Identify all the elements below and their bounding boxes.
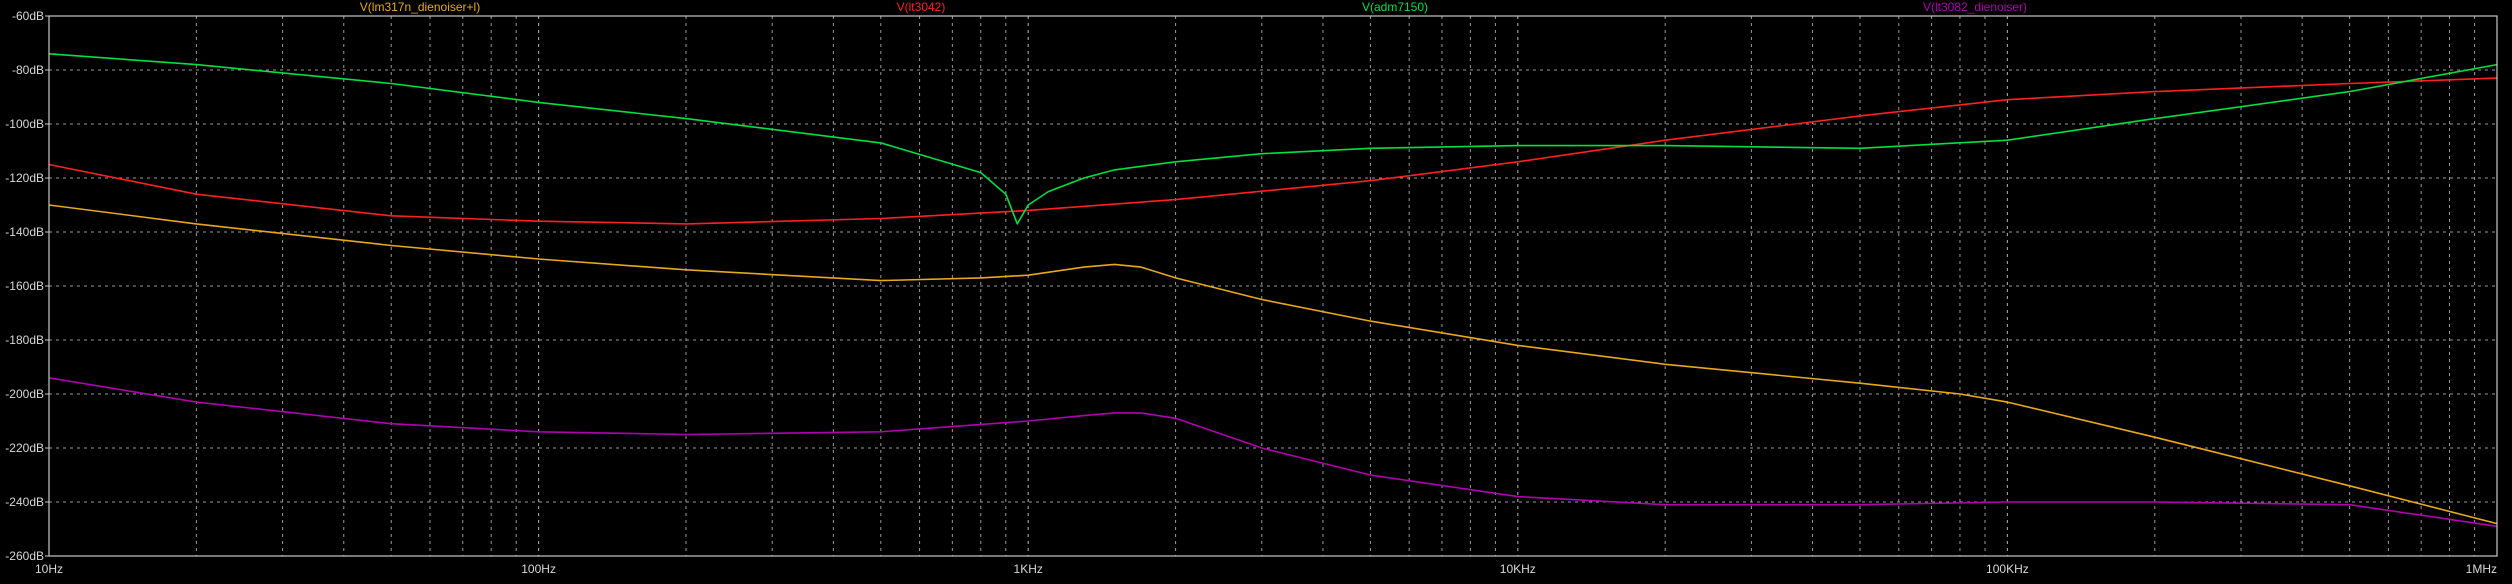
- x-tick-label: 100KHz: [1986, 562, 2029, 576]
- y-tick-label: -160dB: [5, 279, 44, 293]
- legend-label-3[interactable]: V(adm7150): [1362, 0, 1428, 14]
- x-tick-label: 10KHz: [1500, 562, 1536, 576]
- chart-svg: -60dB -80dB -100dB -120dB -140dB -160dB -180dB…: [0, 0, 2512, 579]
- y-tick-label: -140dB: [5, 225, 44, 239]
- x-tick-label: 1KHz: [1014, 562, 1043, 576]
- x-tick-label: 1MHz: [2466, 562, 2497, 576]
- y-tick-label: -220dB: [5, 441, 44, 455]
- plot-window: -60dB -80dB -100dB -120dB -140dB -160dB -180dB…: [0, 0, 2512, 579]
- y-tick-label: -80dB: [12, 63, 44, 77]
- legend-label-2[interactable]: V(lt3042): [897, 0, 946, 14]
- plot-background: [0, 0, 2512, 579]
- y-tick-label: -60dB: [12, 9, 44, 23]
- y-tick-label: -120dB: [5, 171, 44, 185]
- y-tick-label: -240dB: [5, 495, 44, 509]
- legend-label-4[interactable]: V(lt3082_dienoiser): [1923, 0, 2027, 14]
- y-tick-label: -200dB: [5, 387, 44, 401]
- legend-label-1[interactable]: V(lm317n_dienoiser+l): [360, 0, 480, 14]
- x-tick-label: 100Hz: [521, 562, 556, 576]
- y-tick-label: -260dB: [5, 549, 44, 563]
- y-tick-label: -100dB: [5, 117, 44, 131]
- y-tick-label: -180dB: [5, 333, 44, 347]
- x-tick-label: 10Hz: [35, 562, 63, 576]
